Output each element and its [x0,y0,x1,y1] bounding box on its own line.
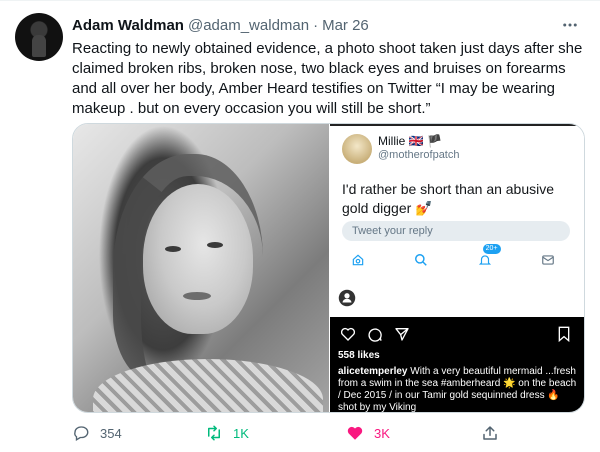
profile-icon [338,289,356,307]
reply-button[interactable]: 354 [72,422,122,444]
like-count: 3K [374,425,390,441]
tweet-media[interactable]: Millie 🇬🇧 🏴 @motherofpatch I'd rather be… [72,123,585,413]
reply-icon [74,426,89,441]
author-name[interactable]: Adam Waldman [72,17,184,34]
caption-user: alicetemperley [338,366,408,377]
tweet-header: Adam Waldman @adam_waldman · Mar 26 [72,15,369,35]
retweet-button[interactable]: 1K [205,422,249,444]
photo-face [143,184,253,334]
author-handle[interactable]: @adam_waldman [188,17,309,34]
messages-icon [538,250,558,270]
embedded-tweet-text: I'd rather be short than an abusive gold… [342,181,555,216]
tweet-date[interactable]: Mar 26 [322,17,369,34]
more-options-icon[interactable] [560,15,580,35]
photo-lips [183,292,211,300]
like-button[interactable]: 3K [346,422,390,444]
share-button[interactable] [481,422,499,444]
instagram-likes: 558 likes [338,350,380,361]
send-icon [392,325,412,343]
photo-eye-right [207,242,223,248]
portrait-photo[interactable] [73,124,329,412]
embedded-tab-bar: 20+ [348,244,558,272]
share-icon [483,426,497,440]
embedded-handle: @motherofpatch [378,149,460,161]
tweet[interactable]: Adam Waldman @adam_waldman · Mar 26 Reac… [0,0,600,452]
embedded-reply-box: Tweet your reply [342,221,570,241]
instagram-post: 558 likes alicetemperley With a very bea… [330,317,584,412]
embedded-screenshot[interactable]: Millie 🇬🇧 🏴 @motherofpatch I'd rather be… [330,124,584,412]
embedded-tweet: Millie 🇬🇧 🏴 @motherofpatch I'd rather be… [330,124,584,317]
embedded-avatar [342,134,372,164]
explore-icon [411,250,431,270]
notification-badge: 20+ [482,244,501,254]
photo-eye-left [165,246,181,252]
heart-outline-icon [338,325,358,343]
home-icon [348,250,368,270]
reply-count: 354 [100,425,122,441]
tweet-actions: 354 1K 3K [72,422,532,444]
heart-filled-icon [347,426,363,440]
author-avatar[interactable] [15,13,63,61]
retweet-count: 1K [233,425,249,441]
retweet-icon [208,425,220,441]
tweet-text: Reacting to newly obtained evidence, a p… [72,40,583,117]
embedded-name: Millie 🇬🇧 🏴 [378,134,442,148]
separator-dot: · [313,16,319,34]
notifications-icon: 20+ [475,244,501,270]
comment-icon [365,325,385,343]
instagram-caption: alicetemperley With a very beautiful mer… [338,366,578,412]
instagram-actions [338,325,574,343]
bookmark-icon [554,325,574,343]
